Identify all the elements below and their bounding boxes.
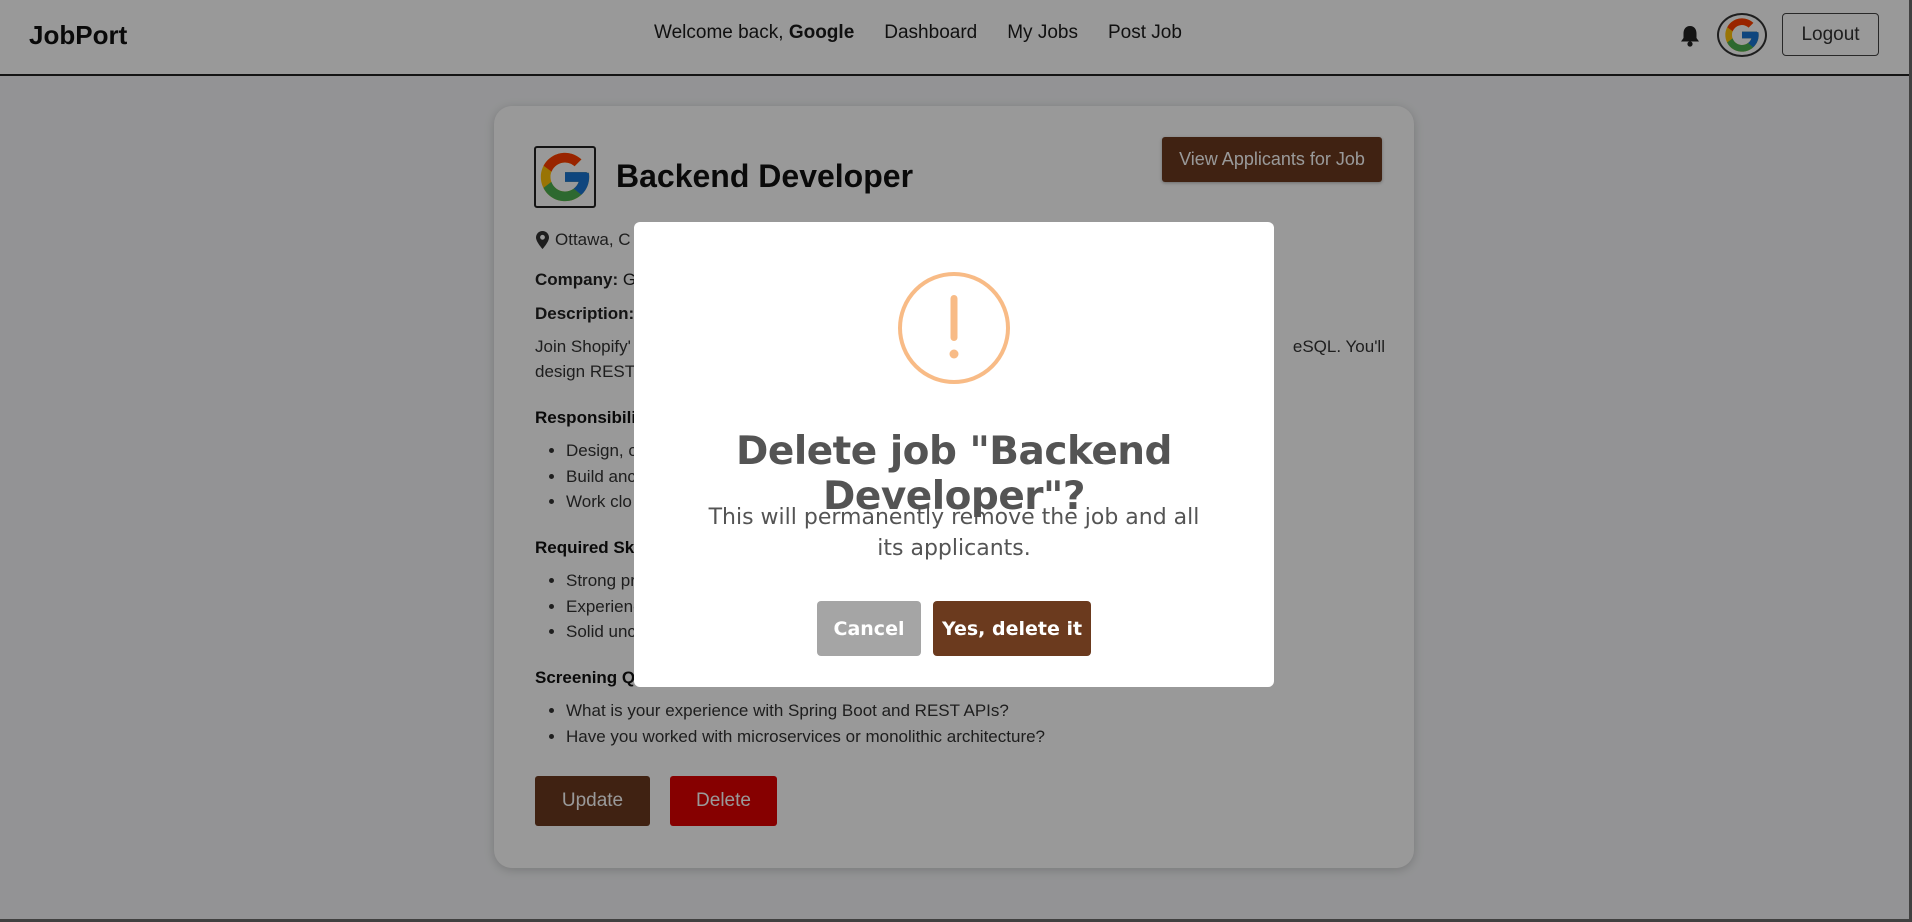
- cancel-button[interactable]: Cancel: [817, 601, 921, 656]
- dialog-message: This will permanently remove the job and…: [708, 505, 1200, 561]
- confirm-delete-button[interactable]: Yes, delete it: [933, 601, 1091, 656]
- warning-icon: [898, 272, 1010, 384]
- delete-confirm-dialog: Delete job "Backend Developer"? This wil…: [634, 222, 1274, 687]
